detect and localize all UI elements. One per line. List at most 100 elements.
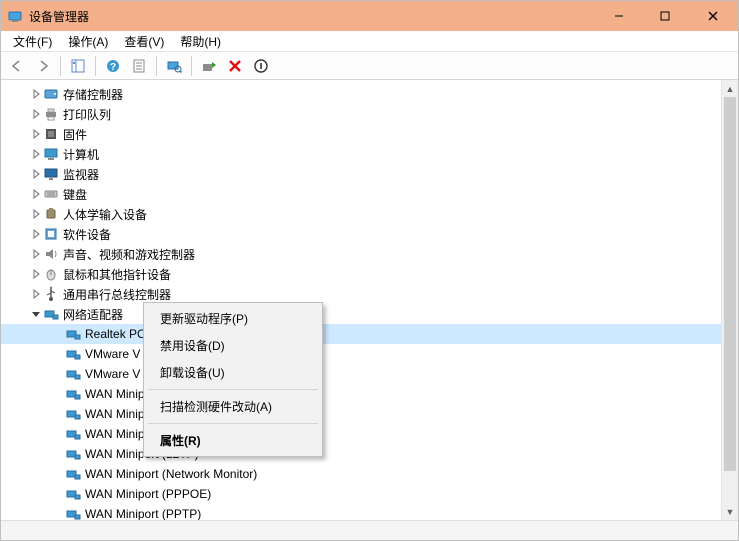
minimize-button[interactable] [596,1,642,31]
tree-node-label: VMware V [85,347,140,361]
menu-view[interactable]: 查看(V) [116,31,172,52]
ctx-disable-device[interactable]: 禁用设备(D) [146,332,320,359]
chevron-right-icon[interactable] [29,189,43,199]
back-button[interactable] [5,55,29,77]
tree-row[interactable]: 计算机 [1,144,738,164]
usb-icon [43,286,59,302]
tree-row[interactable]: 人体学输入设备 [1,204,738,224]
menu-help[interactable]: 帮助(H) [172,31,229,52]
tree-row[interactable]: WAN Miniport (PPPOE) [1,484,738,504]
tree-row[interactable]: 监视器 [1,164,738,184]
forward-button[interactable] [31,55,55,77]
mouse-icon [43,266,59,282]
menu-file[interactable]: 文件(F) [5,31,60,52]
tree-node-label: WAN Miniport (PPTP) [85,507,201,520]
tree-node-label: 计算机 [63,146,99,163]
chevron-right-icon[interactable] [29,149,43,159]
scroll-track[interactable] [722,97,738,503]
show-hide-console-tree-button[interactable] [66,55,90,77]
monitor-icon [43,166,59,182]
update-driver-button[interactable] [197,55,221,77]
chevron-right-icon[interactable] [29,89,43,99]
tree-row[interactable]: VMware V [1,364,738,384]
tree-node-label: WAN Miniport (PPPOE) [85,487,211,501]
tree-node-label: WAN Minip [85,387,145,401]
chevron-right-icon[interactable] [29,289,43,299]
nic-icon [65,466,81,482]
tree-node-label: 声音、视频和游戏控制器 [63,246,195,263]
tree-node-label: 通用串行总线控制器 [63,286,171,303]
tree-row[interactable]: VMware V [1,344,738,364]
nic-icon [65,486,81,502]
context-menu: 更新驱动程序(P) 禁用设备(D) 卸载设备(U) 扫描检测硬件改动(A) 属性… [143,302,323,457]
device-manager-window: 设备管理器 文件(F) 操作(A) 查看(V) 帮助(H) [0,0,739,541]
uninstall-device-button[interactable] [223,55,247,77]
software-icon [43,226,59,242]
ctx-separator [148,423,318,424]
tree-row[interactable]: WAN Miniport (L2TP) [1,444,738,464]
maximize-button[interactable] [642,1,688,31]
ctx-uninstall-device[interactable]: 卸载设备(U) [146,359,320,386]
nic-icon [65,426,81,442]
tree-row[interactable]: WAN Miniport (Network Monitor) [1,464,738,484]
ctx-update-driver[interactable]: 更新驱动程序(P) [146,305,320,332]
tree-row[interactable]: WAN Miniport (PPTP) [1,504,738,520]
tree-row[interactable]: 通用串行总线控制器 [1,284,738,304]
tree-row[interactable]: 鼠标和其他指针设备 [1,264,738,284]
tree-node-label: 打印队列 [63,106,111,123]
properties-button[interactable] [127,55,151,77]
tree-node-label: 存储控制器 [63,86,123,103]
tree-row[interactable]: Realtek PC [1,324,738,344]
titlebar: 设备管理器 [1,1,738,31]
help-button[interactable]: ? [101,55,125,77]
tree-row[interactable]: 键盘 [1,184,738,204]
scan-hardware-button[interactable] [162,55,186,77]
scroll-thumb[interactable] [724,97,736,471]
svg-text:?: ? [110,62,116,73]
tree-row[interactable]: WAN Minip [1,404,738,424]
tree-row[interactable]: WAN Minip [1,384,738,404]
scroll-down-button[interactable]: ▼ [722,503,738,520]
tree-row[interactable]: 软件设备 [1,224,738,244]
chevron-right-icon[interactable] [29,129,43,139]
toolbar-separator [156,56,157,76]
tree-row[interactable]: 网络适配器 [1,304,738,324]
ctx-properties[interactable]: 属性(R) [146,427,320,454]
nic-icon [65,506,81,520]
tree-node-label: 监视器 [63,166,99,183]
tree-node-label: Realtek PC [85,327,146,341]
tree-row[interactable]: 固件 [1,124,738,144]
tree-node-label: 人体学输入设备 [63,206,147,223]
tree-node-label: WAN Miniport (Network Monitor) [85,467,257,481]
chevron-right-icon[interactable] [29,109,43,119]
ctx-scan-hardware[interactable]: 扫描检测硬件改动(A) [146,393,320,420]
nic-icon [65,346,81,362]
window-controls [596,1,738,31]
disable-device-button[interactable] [249,55,273,77]
tree-row[interactable]: 声音、视频和游戏控制器 [1,244,738,264]
chevron-right-icon[interactable] [29,169,43,179]
computer-icon [43,146,59,162]
vertical-scrollbar[interactable]: ▲ ▼ [721,80,738,520]
tree-node-label: VMware V [85,367,140,381]
menu-action[interactable]: 操作(A) [60,31,116,52]
tree-row[interactable]: 存储控制器 [1,84,738,104]
tree-row[interactable]: 打印队列 [1,104,738,124]
device-tree[interactable]: 存储控制器打印队列固件计算机监视器键盘人体学输入设备软件设备声音、视频和游戏控制… [1,80,738,520]
tree-node-label: 网络适配器 [63,306,123,323]
tree-row[interactable]: WAN Minip [1,424,738,444]
keyboard-icon [43,186,59,202]
tree-node-label: 键盘 [63,186,87,203]
nic-icon [65,446,81,462]
close-button[interactable] [688,1,738,31]
chevron-right-icon[interactable] [29,249,43,259]
toolbar-separator [191,56,192,76]
chevron-right-icon[interactable] [29,209,43,219]
scroll-up-button[interactable]: ▲ [722,80,738,97]
chevron-right-icon[interactable] [29,269,43,279]
chevron-right-icon[interactable] [29,229,43,239]
tree-node-label: 鼠标和其他指针设备 [63,266,171,283]
storage-icon [43,86,59,102]
chevron-down-icon[interactable] [29,309,43,319]
ctx-separator [148,389,318,390]
